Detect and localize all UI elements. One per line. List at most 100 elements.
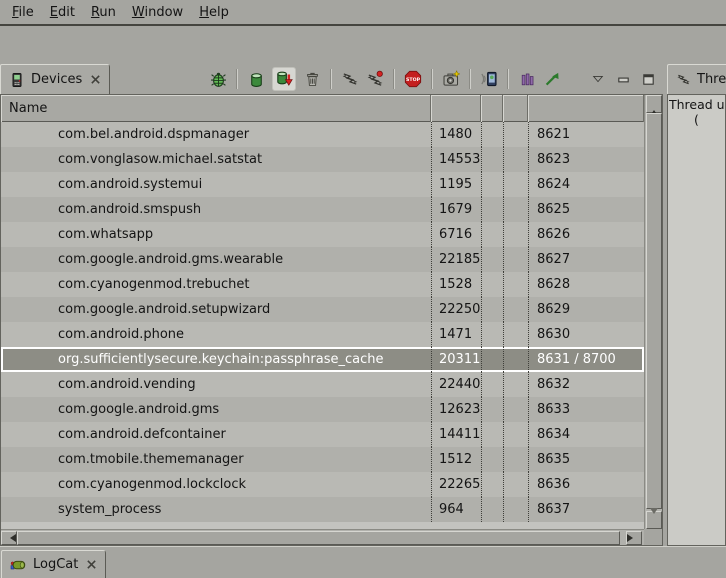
devices-tab-label: Devices [31, 72, 82, 87]
cause-gc-button[interactable] [303, 70, 321, 88]
cell-pid: 964 [431, 497, 481, 522]
menu-item-help[interactable]: Help [191, 5, 237, 20]
table-row[interactable]: com.google.android.gms126238633 [1, 397, 644, 422]
dump-hprof-button[interactable] [272, 67, 296, 91]
maximize-button[interactable] [639, 70, 657, 88]
column-header-port[interactable] [528, 95, 644, 122]
horizontal-scrollbar-thumb[interactable] [17, 531, 620, 545]
menu-bar: FileEditRunWindowHelp [0, 0, 726, 26]
menu-item-window[interactable]: Window [124, 5, 191, 20]
column-header-name[interactable]: Name [1, 95, 431, 122]
cell-port: 8630 [528, 322, 644, 347]
scroll-up-button[interactable] [646, 95, 662, 113]
devices-panel: Devices [0, 60, 663, 546]
table-row[interactable]: com.vonglasow.michael.satstat145538623 [1, 147, 644, 172]
table-row[interactable]: com.android.systemui11958624 [1, 172, 644, 197]
table-row[interactable]: system_process9648637 [1, 497, 644, 522]
minimize-button[interactable] [614, 70, 632, 88]
table-row-selected[interactable]: org.sufficientlysecure.keychain:passphra… [1, 347, 644, 372]
threads-message-area: Thread up ( [667, 94, 726, 546]
vertical-scrollbar[interactable] [644, 95, 662, 529]
table-row[interactable]: com.android.phone14718630 [1, 322, 644, 347]
view-menu-button[interactable] [589, 70, 607, 88]
cell-d1 [481, 247, 503, 272]
table-row[interactable]: com.google.android.setupwizard222508629 [1, 297, 644, 322]
horizontal-scrollbar[interactable] [1, 529, 644, 545]
cell-d1 [481, 147, 503, 172]
table-row[interactable]: com.cyanogenmod.trebuchet15288628 [1, 272, 644, 297]
cell-pid: 14411 [431, 422, 481, 447]
stop-process-icon: STOP [404, 70, 422, 88]
column-header-blank2[interactable] [503, 95, 528, 122]
threads-tab-label: Threads [697, 72, 726, 87]
systrace-button[interactable] [543, 70, 561, 88]
cell-name: com.android.smspush [1, 197, 431, 222]
cell-pid: 6716 [431, 222, 481, 247]
cell-name: com.android.systemui [1, 172, 431, 197]
cell-d1 [481, 172, 503, 197]
svg-text:STOP: STOP [406, 77, 421, 83]
logcat-strip: LogCat [0, 546, 726, 578]
maximize-icon [641, 72, 656, 87]
cell-name: com.android.vending [1, 372, 431, 397]
cell-d1 [481, 197, 503, 222]
debug-process-button[interactable] [209, 70, 227, 88]
cell-port: 8628 [528, 272, 644, 297]
column-header-blank1[interactable] [481, 95, 503, 122]
cell-pid: 20311 [431, 347, 481, 372]
cell-pid: 12623 [431, 397, 481, 422]
cell-port: 8637 [528, 497, 644, 522]
vertical-scrollbar-thumb[interactable] [646, 113, 662, 509]
table-body: com.bel.android.dspmanager14808621com.vo… [1, 122, 644, 522]
scroll-right-button[interactable] [626, 531, 642, 545]
minimize-icon [616, 72, 631, 87]
devices-tab-close-icon[interactable] [90, 74, 101, 85]
table-row[interactable]: com.google.android.gms.wearable221858627 [1, 247, 644, 272]
cell-d2 [503, 447, 528, 472]
tab-threads[interactable]: Threads [667, 64, 726, 94]
cell-d2 [503, 372, 528, 397]
threads-tabstrip: Threads [667, 60, 726, 94]
devices-tabstrip: Devices [0, 60, 663, 94]
scroll-down-button[interactable] [646, 511, 662, 529]
table-row[interactable]: com.whatsapp67168626 [1, 222, 644, 247]
toolbar-separator [393, 69, 395, 89]
systrace-arrow-icon [543, 70, 561, 88]
update-threads-icon [341, 70, 359, 88]
scroll-left-button[interactable] [1, 531, 17, 545]
cell-d2 [503, 472, 528, 497]
table-row[interactable]: com.cyanogenmod.lockclock222658636 [1, 472, 644, 497]
menu-item-edit[interactable]: Edit [42, 5, 83, 20]
cell-pid: 22265 [431, 472, 481, 497]
cell-port: 8631 / 8700 [528, 347, 644, 372]
stop-process-button[interactable]: STOP [404, 70, 422, 88]
menu-item-run[interactable]: Run [83, 5, 124, 20]
device-phone-icon [9, 72, 25, 88]
screen-capture-button[interactable] [442, 70, 460, 88]
logcat-icon [10, 557, 27, 573]
table-row[interactable]: com.tmobile.thememanager15128635 [1, 447, 644, 472]
view-menu-chevron-icon [591, 72, 605, 86]
table-row[interactable]: com.bel.android.dspmanager14808621 [1, 122, 644, 147]
logcat-tab-label: LogCat [33, 557, 78, 572]
table-row[interactable]: com.android.vending224408632 [1, 372, 644, 397]
tab-devices[interactable]: Devices [0, 64, 110, 94]
threads-tab-icon [676, 72, 691, 87]
cell-d1 [481, 472, 503, 497]
update-threads-button[interactable] [341, 70, 359, 88]
menu-item-file[interactable]: File [4, 5, 42, 20]
column-header-pid[interactable] [431, 95, 481, 122]
cell-d2 [503, 272, 528, 297]
cell-d2 [503, 347, 528, 372]
logcat-tab-close-icon[interactable] [86, 559, 97, 570]
update-heap-button[interactable] [247, 70, 265, 88]
dump-threads-button[interactable] [366, 70, 384, 88]
method-profiling-button[interactable] [518, 70, 536, 88]
screen-record-button[interactable] [480, 70, 498, 88]
table-row[interactable]: com.android.defcontainer144118634 [1, 422, 644, 447]
cell-port: 8636 [528, 472, 644, 497]
cell-pid: 1471 [431, 322, 481, 347]
cell-d1 [481, 122, 503, 147]
table-row[interactable]: com.android.smspush16798625 [1, 197, 644, 222]
tab-logcat[interactable]: LogCat [1, 550, 106, 578]
